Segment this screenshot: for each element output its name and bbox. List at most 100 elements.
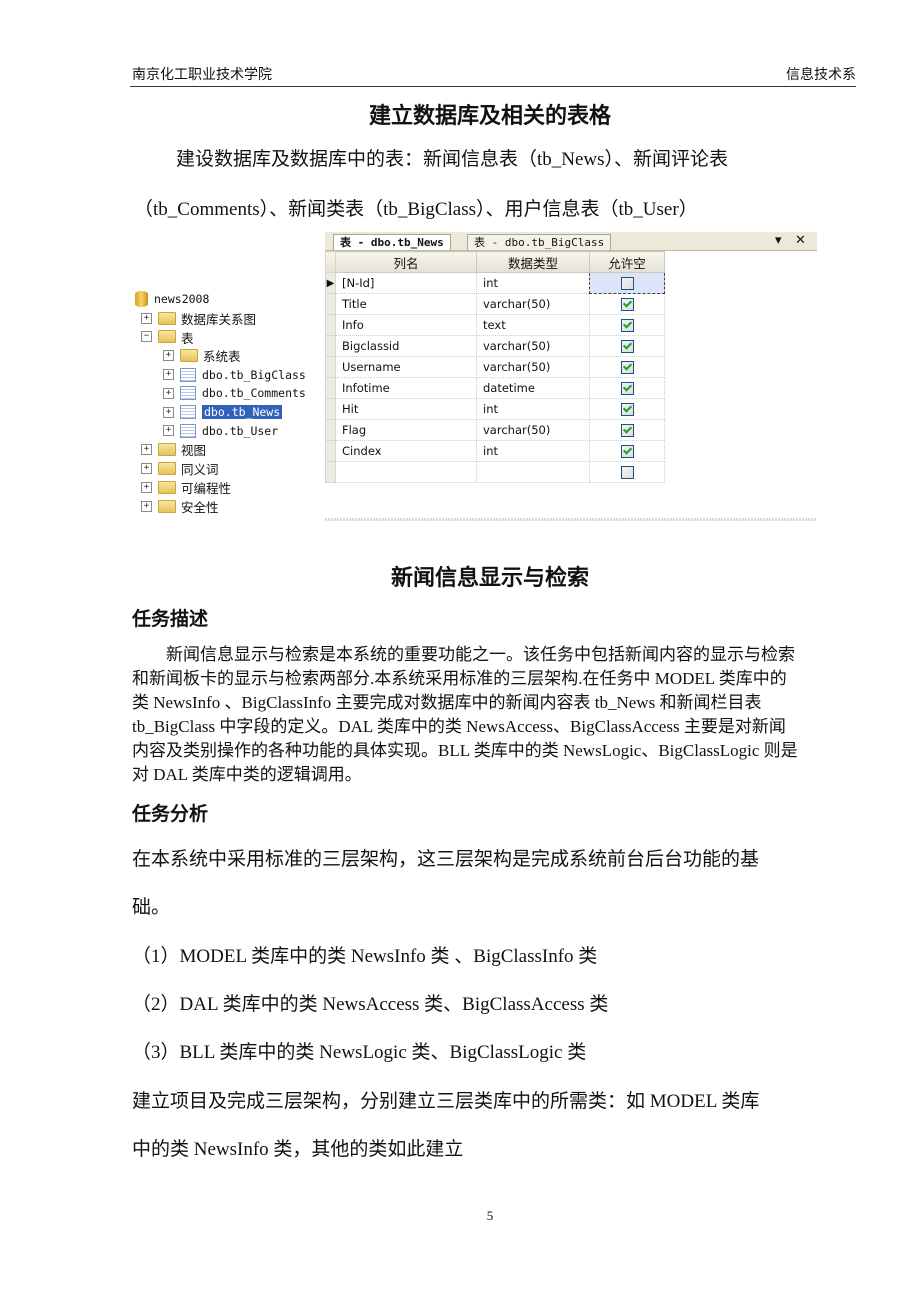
analysis-line-2: 础。 (132, 897, 171, 918)
cell-column-name[interactable]: Hit (335, 398, 477, 420)
tree-item[interactable]: + 系统表 (135, 346, 325, 365)
header-rule (130, 86, 856, 87)
paragraph-line: tb_BigClass 中字段的定义。DAL 类库中的类 NewsAccess、… (132, 717, 786, 736)
expand-icon[interactable]: + (163, 406, 174, 418)
designer-tab-strip: 表 - dbo.tb_News 表 - dbo.tb_BigClass ▾ ✕ (325, 232, 817, 251)
table-row[interactable]: Username varchar(50) (325, 356, 665, 378)
cell-allow-null (589, 335, 665, 357)
current-row-indicator[interactable]: ▶ (325, 272, 336, 294)
table-row[interactable]: Title varchar(50) (325, 293, 665, 315)
table-row[interactable] (325, 461, 665, 483)
row-header[interactable] (325, 293, 336, 315)
cell-allow-null (589, 356, 665, 378)
tab-tb-bigclass[interactable]: 表 - dbo.tb_BigClass (467, 234, 612, 250)
allow-null-checkbox[interactable] (620, 277, 634, 290)
table-row[interactable]: Bigclassid varchar(50) (325, 335, 665, 357)
tree-item[interactable]: + 数据库关系图 (135, 309, 325, 328)
analysis-line-1: 在本系统中采用标准的三层架构，这三层架构是完成系统前台后台功能的基 (132, 849, 760, 870)
tree-item[interactable]: + 安全性 (135, 497, 325, 516)
row-header[interactable] (325, 356, 336, 378)
cell-data-type[interactable]: varchar(50) (476, 419, 590, 441)
table-row[interactable]: Cindex int (325, 440, 665, 462)
tree-item[interactable]: + 视图 (135, 440, 325, 459)
allow-null-checkbox[interactable] (620, 445, 634, 458)
row-header[interactable] (325, 398, 336, 420)
expand-icon[interactable]: + (163, 350, 174, 362)
folder-icon (158, 480, 176, 494)
allow-null-checkbox[interactable] (620, 298, 634, 311)
table-row[interactable]: Hit int (325, 398, 665, 420)
allow-null-checkbox[interactable] (620, 340, 634, 353)
cell-data-type[interactable]: datetime (476, 377, 590, 399)
allow-null-checkbox[interactable] (620, 424, 634, 437)
row-header[interactable] (325, 440, 336, 462)
close-icon[interactable]: ✕ (795, 233, 806, 248)
row-header[interactable] (325, 314, 336, 336)
expand-icon[interactable]: + (141, 463, 152, 475)
tree-item-selected[interactable]: + dbo.tb_News (135, 403, 325, 422)
table-row[interactable]: Info text (325, 314, 665, 336)
cell-data-type[interactable]: varchar(50) (476, 356, 590, 378)
row-header[interactable] (325, 377, 336, 399)
cell-data-type[interactable]: int (476, 272, 590, 294)
header-institution: 南京化工职业技术学院 (132, 68, 272, 83)
row-header[interactable] (325, 461, 336, 483)
heading-task-description: 任务描述 (132, 608, 209, 630)
expand-icon[interactable]: + (141, 312, 152, 324)
allow-null-checkbox[interactable] (620, 382, 634, 395)
allow-null-checkbox[interactable] (620, 403, 634, 416)
cell-column-name[interactable]: Username (335, 356, 477, 378)
tree-database-node[interactable]: news2008 (135, 290, 325, 309)
cell-column-name[interactable]: Flag (335, 419, 477, 441)
tab-dropdown-icon[interactable]: ▾ (775, 233, 782, 248)
cell-data-type[interactable]: int (476, 398, 590, 420)
tree-item[interactable]: + 同义词 (135, 459, 325, 478)
allow-null-checkbox[interactable] (620, 466, 634, 479)
cell-column-name[interactable]: Bigclassid (335, 335, 477, 357)
paragraph-line: 新闻信息显示与检索是本系统的重要功能之一。该任务中包括新闻内容的显示与检索 (166, 645, 795, 664)
tree-item[interactable]: + 可编程性 (135, 478, 325, 497)
collapse-icon[interactable]: − (141, 331, 152, 343)
table-row[interactable]: Flag varchar(50) (325, 419, 665, 441)
folder-icon (158, 499, 176, 513)
section-title-news-display: 新闻信息显示与检索 (390, 566, 589, 591)
expand-icon[interactable]: + (141, 481, 152, 493)
tree-item[interactable]: + dbo.tb_Comments (135, 384, 325, 403)
table-row[interactable]: Infotime datetime (325, 377, 665, 399)
table-icon (180, 405, 196, 420)
column-design-grid: 列名 数据类型 允许空 ▶ [N-Id] int Title varchar(50) In… (325, 251, 665, 483)
allow-null-checkbox[interactable] (620, 319, 634, 332)
cell-data-type[interactable]: varchar(50) (476, 293, 590, 315)
intro-line-1: 建设数据库及数据库中的表：新闻信息表（tb_News）、新闻评论表 (176, 149, 729, 170)
cell-column-name[interactable]: [N-Id] (335, 272, 477, 294)
expand-icon[interactable]: + (163, 387, 174, 399)
expand-icon[interactable]: + (141, 444, 152, 456)
expand-icon[interactable]: + (163, 425, 174, 437)
tab-tb-news[interactable]: 表 - dbo.tb_News (333, 234, 451, 250)
column-header-nullable: 允许空 (589, 251, 665, 273)
cell-data-type[interactable]: int (476, 440, 590, 462)
folder-icon (158, 311, 176, 325)
cell-column-name[interactable]: Title (335, 293, 477, 315)
row-header[interactable] (325, 335, 336, 357)
allow-null-checkbox[interactable] (620, 361, 634, 374)
tree-item[interactable]: + dbo.tb_BigClass (135, 365, 325, 384)
cell-data-type[interactable]: text (476, 314, 590, 336)
table-icon (180, 423, 196, 438)
table-row[interactable]: ▶ [N-Id] int (325, 272, 665, 294)
cell-allow-null (589, 461, 665, 483)
cell-data-type[interactable]: varchar(50) (476, 335, 590, 357)
expand-icon[interactable]: + (141, 500, 152, 512)
table-icon (180, 386, 196, 401)
row-header[interactable] (325, 419, 336, 441)
cell-column-name[interactable]: Cindex (335, 440, 477, 462)
tree-item[interactable]: + dbo.tb_User (135, 422, 325, 441)
cell-column-name[interactable] (335, 461, 477, 483)
cell-column-name[interactable]: Info (335, 314, 477, 336)
cell-data-type[interactable] (476, 461, 590, 483)
object-explorer-tree: news2008 + 数据库关系图 − 表 + 系统表 + dbo.tb_Big… (135, 290, 325, 516)
cell-column-name[interactable]: Infotime (335, 377, 477, 399)
expand-icon[interactable]: + (163, 369, 174, 381)
tree-item[interactable]: − 表 (135, 328, 325, 347)
cell-allow-null (589, 440, 665, 462)
